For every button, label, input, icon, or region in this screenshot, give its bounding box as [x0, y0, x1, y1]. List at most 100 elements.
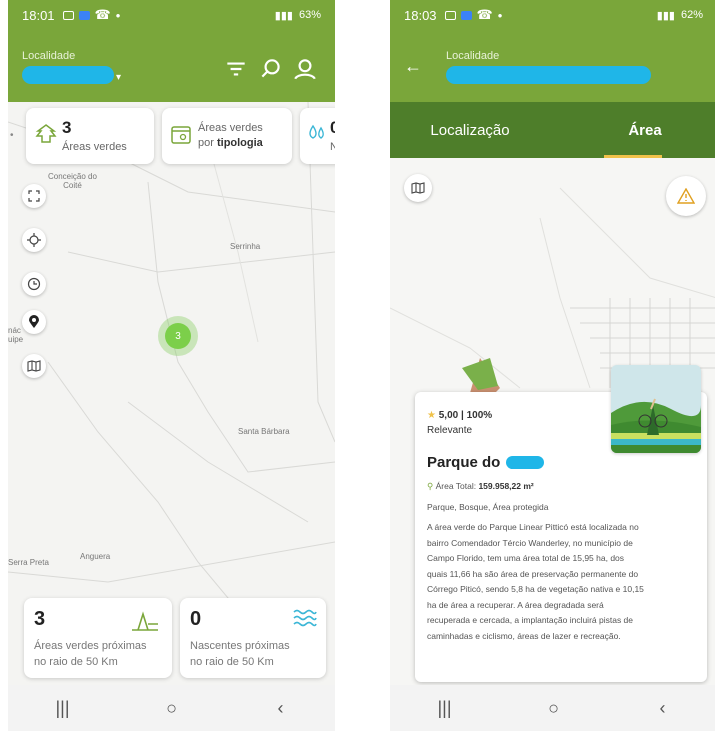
- card-areas-verdes[interactable]: 3 Áreas verdes: [26, 108, 154, 164]
- desc-line: A área verde do Parque Linear Pitticó es…: [427, 522, 639, 532]
- app-header: Localidade ▾: [8, 30, 335, 102]
- user-icon[interactable]: [292, 56, 318, 82]
- fullscreen-icon[interactable]: [22, 184, 46, 208]
- signal-icon: ▮▮▮: [274, 9, 293, 22]
- desc-line: ha de área a recuperar. A área degradada…: [427, 599, 604, 610]
- back-button[interactable]: ‹: [643, 698, 683, 719]
- gallery-icon: [62, 10, 74, 20]
- tab-area[interactable]: Área: [580, 102, 710, 158]
- phone-icon: ☎: [476, 7, 493, 22]
- nascentes-partial-label: N: [330, 141, 335, 153]
- card-nascentes-partial[interactable]: 0 N: [300, 108, 335, 164]
- battery-text: 62%: [680, 9, 703, 21]
- signal-icon: ▮▮▮: [656, 9, 675, 22]
- tree-icon: [35, 124, 57, 143]
- search-icon[interactable]: [258, 56, 284, 82]
- status-bar: 18:03 ☎ • ▮▮▮ 62%: [390, 0, 715, 30]
- map-label-serrinha: Serrinha: [230, 242, 261, 251]
- system-navbar: ||| ○ ‹: [390, 685, 715, 731]
- home-button[interactable]: ○: [152, 698, 192, 719]
- status-time: 18:01: [22, 7, 55, 23]
- description: A área verde do Parque Linear Pitticó es…: [427, 520, 695, 644]
- phone-icon: ☎: [94, 7, 111, 22]
- area-total-label: Área Total:: [435, 481, 479, 491]
- tab-localizacao[interactable]: Localização: [390, 102, 550, 158]
- tipologia-label1: Áreas verdes: [198, 122, 263, 134]
- nascentes-partial-count: 0: [330, 118, 335, 137]
- card-tipologia[interactable]: Áreas verdes por tipologia: [162, 108, 292, 164]
- dot-icon: •: [497, 7, 503, 23]
- map-label-anguera: Anguera: [80, 552, 111, 561]
- status-time: 18:03: [404, 7, 437, 23]
- area-total-value: 159.958,22 m²: [478, 481, 534, 491]
- park-name-redacted: [506, 456, 545, 469]
- tab-bar: Localização Área: [390, 102, 715, 158]
- desc-line: bairro Comendador Tércio Wanderley, no m…: [427, 537, 633, 548]
- card-nascentes-proximas[interactable]: 0 Nascentes próximas no raio de 50 Km: [180, 598, 326, 678]
- nascentes-proximas-count: 0: [190, 608, 202, 630]
- map-view[interactable]: Conceição do Coité Serrinha Santa Bárbar…: [8, 102, 335, 685]
- areas-verdes-label: Áreas verdes: [62, 141, 127, 153]
- park-illustration: [611, 365, 701, 453]
- locality-selector[interactable]: [22, 66, 114, 84]
- rating-value: 5,00 | 100%: [438, 410, 493, 421]
- map-label-serra-preta: Serra Preta: [8, 558, 49, 567]
- locality-label: Localidade: [22, 50, 76, 62]
- tags: Parque, Bosque, Área protegida: [427, 502, 549, 512]
- crosshair-icon[interactable]: [22, 228, 46, 252]
- desc-line: Campo Florido, tem uma área total de 15,…: [427, 553, 625, 563]
- status-bar: 18:01 ☎ • ▮▮▮ 63%: [8, 0, 335, 30]
- history-icon[interactable]: [22, 272, 46, 296]
- park-title-text: Parque do: [427, 454, 501, 471]
- area-total: ⚲ Área Total: 159.958,22 m²: [427, 481, 695, 492]
- tipologia-label2b: tipologia: [216, 137, 263, 149]
- nascentes-proximas-line1: Nascentes próximas: [190, 640, 290, 652]
- map-label-conceicao: Conceição do Coité: [48, 172, 97, 190]
- chevron-down-icon[interactable]: ▾: [116, 72, 121, 83]
- desc-line: Córrego Piticó, sendo 5,8 ha de vegetaçã…: [427, 584, 644, 594]
- gallery-icon: [444, 10, 456, 20]
- desc-line: caminhadas e ciclismo, áreas de lazer e …: [427, 630, 621, 641]
- app-icon: [78, 10, 90, 20]
- star-icon: ★: [427, 410, 436, 421]
- card-areas-proximas[interactable]: 3 Áreas verdes próximas no raio de 50 Km: [24, 598, 172, 678]
- warning-icon[interactable]: [666, 176, 706, 216]
- app-header: ← Localidade: [390, 30, 715, 102]
- areas-proximas-line2: no raio de 50 Km: [34, 656, 118, 668]
- locality-label: Localidade: [446, 50, 500, 62]
- recents-button[interactable]: |||: [425, 698, 465, 719]
- areas-proximas-count: 3: [34, 608, 46, 630]
- locality-value: [446, 66, 651, 84]
- back-button[interactable]: ‹: [261, 698, 301, 719]
- recents-button[interactable]: |||: [43, 698, 83, 719]
- map-cluster-marker[interactable]: 3: [158, 316, 198, 356]
- areas-verdes-count: 3: [62, 118, 72, 137]
- areas-proximas-line1: Áreas verdes próximas: [34, 640, 147, 652]
- app-icon: [460, 10, 472, 20]
- desc-line: quais 11,66 ha são área de preservação p…: [427, 568, 639, 579]
- cluster-count: 3: [165, 323, 191, 349]
- scroll-left-indicator[interactable]: •: [10, 130, 14, 141]
- tipologia-label2a: por: [198, 137, 217, 149]
- park-title: Parque do: [427, 454, 695, 471]
- home-button[interactable]: ○: [534, 698, 574, 719]
- map-layers-icon[interactable]: [22, 354, 46, 378]
- map-label-santa-barbara: Santa Bárbara: [238, 427, 290, 436]
- dot-icon: •: [115, 7, 121, 23]
- map-label-edge: nác uipe: [8, 326, 24, 344]
- battery-text: 63%: [298, 9, 321, 21]
- drops-icon: [309, 124, 324, 139]
- water-waves-icon: [293, 609, 317, 627]
- map-layers-icon[interactable]: [404, 174, 432, 202]
- filter-icon[interactable]: [223, 56, 249, 82]
- map-tipologia-icon: [171, 126, 191, 144]
- park-icon: [132, 611, 158, 631]
- system-navbar: ||| ○ ‹: [8, 685, 335, 731]
- location-pin-icon[interactable]: [22, 310, 46, 334]
- back-arrow-icon[interactable]: ←: [404, 56, 422, 77]
- phone-left: 18:01 ☎ • ▮▮▮ 63% Localidade ▾ Conceição d…: [8, 0, 335, 731]
- nascentes-proximas-line2: no raio de 50 Km: [190, 656, 274, 668]
- desc-line: recuperada e cercada, a implantação incl…: [427, 615, 634, 625]
- phone-right: 18:03 ☎ • ▮▮▮ 62% ← Localidade Localização…: [390, 0, 715, 731]
- pin-icon: ⚲: [427, 481, 434, 491]
